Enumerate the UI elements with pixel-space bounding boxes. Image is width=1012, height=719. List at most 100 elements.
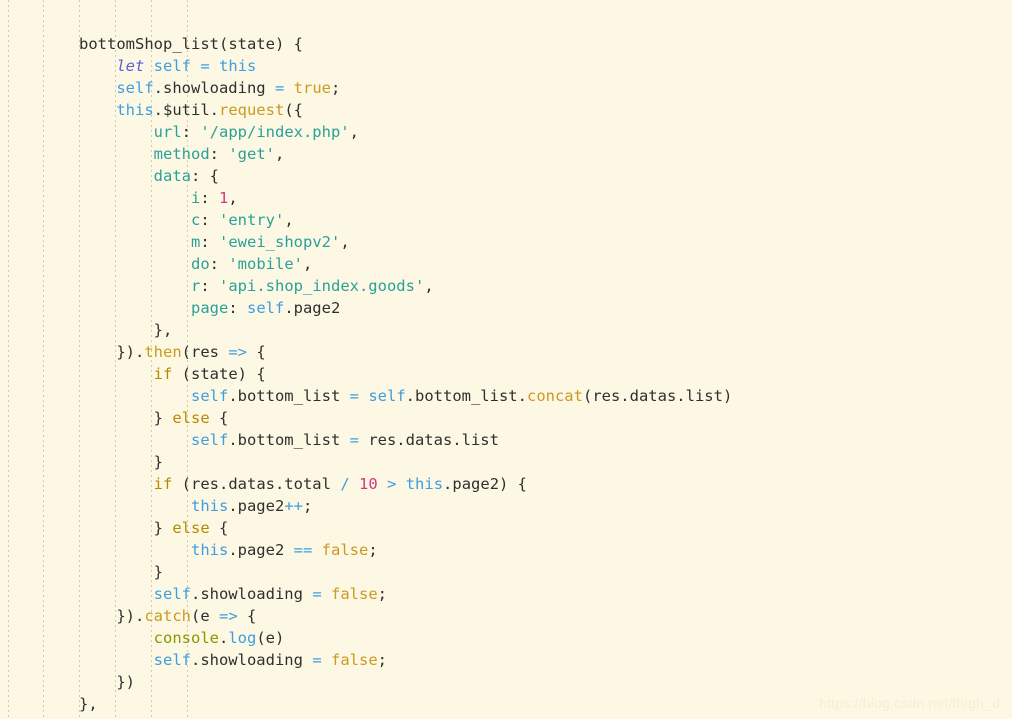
code-token-plain: (e xyxy=(191,607,219,625)
code-token-plain: (state) { xyxy=(218,35,303,53)
code-token-this: self xyxy=(246,299,285,317)
code-viewer: bottomShop_list(state) { let self = this… xyxy=(0,0,1012,719)
code-line[interactable]: }).then(res => { xyxy=(0,341,1012,363)
code-line[interactable]: self.showloading = false; xyxy=(0,649,1012,671)
code-token-op: => xyxy=(219,607,238,625)
code-line[interactable]: if (res.datas.total / 10 > this.page2) { xyxy=(0,473,1012,495)
code-token-plain: : xyxy=(228,299,247,317)
code-line[interactable]: c: 'entry', xyxy=(0,209,1012,231)
code-line[interactable]: console.log(e) xyxy=(0,627,1012,649)
code-token-str: 'entry' xyxy=(219,211,285,229)
code-token-plain: }, xyxy=(79,321,173,339)
code-token-plain: (res.datas.list) xyxy=(582,387,733,405)
code-token-plain: ; xyxy=(377,585,388,603)
code-token-let: let xyxy=(116,57,145,75)
code-token-plain: : xyxy=(209,145,229,163)
code-line[interactable]: data: { xyxy=(0,165,1012,187)
code-line[interactable]: let self = this xyxy=(0,55,1012,77)
code-line[interactable]: this.page2 == false; xyxy=(0,539,1012,561)
code-token-prop: method xyxy=(153,145,210,163)
code-token-plain: res.datas.list xyxy=(358,431,499,449)
code-token-this: self xyxy=(153,651,191,669)
code-token-kw: if xyxy=(153,475,173,493)
code-token-plain: , xyxy=(284,211,294,229)
code-token-this: self xyxy=(153,585,191,603)
code-line[interactable]: url: '/app/index.php', xyxy=(0,121,1012,143)
code-token-fn: then xyxy=(144,343,182,361)
code-token-op: = xyxy=(349,387,359,405)
code-line[interactable]: }).catch(e => { xyxy=(0,605,1012,627)
code-line[interactable]: } else { xyxy=(0,517,1012,539)
code-token-op: ++ xyxy=(284,497,303,515)
code-token-plain: ; xyxy=(368,541,378,559)
code-token-plain: ; xyxy=(302,497,313,515)
code-line[interactable]: this.$util.request({ xyxy=(0,99,1012,121)
code-token-prop: r xyxy=(190,277,201,295)
code-line[interactable]: m: 'ewei_shopv2', xyxy=(0,231,1012,253)
code-token-op: == xyxy=(293,541,313,559)
code-line[interactable]: } xyxy=(0,561,1012,583)
code-token-this: this xyxy=(190,541,229,559)
code-token-plain: .page2) { xyxy=(443,475,528,493)
code-token-plain: (state) { xyxy=(172,365,266,383)
code-line[interactable]: this.page2++; xyxy=(0,495,1012,517)
code-token-prop: do xyxy=(190,255,210,273)
code-line[interactable]: page: self.page2 xyxy=(0,297,1012,319)
code-token-plain: .showloading xyxy=(190,585,313,603)
code-line[interactable]: }, xyxy=(0,319,1012,341)
code-line[interactable]: self.showloading = true; xyxy=(0,77,1012,99)
code-token-plain: , xyxy=(275,145,285,163)
code-line[interactable]: self.bottom_list = self.bottom_list.conc… xyxy=(0,385,1012,407)
code-token-plain: : { xyxy=(190,167,219,185)
code-token-plain: : xyxy=(200,211,219,229)
code-token-plain: (res.datas.total xyxy=(172,475,341,493)
code-token-this: this xyxy=(219,57,257,75)
code-line[interactable]: }) xyxy=(0,671,1012,693)
code-token-this: self xyxy=(116,79,154,97)
code-line[interactable]: if (state) { xyxy=(0,363,1012,385)
code-token-plain: , xyxy=(349,123,359,141)
code-line[interactable]: i: 1, xyxy=(0,187,1012,209)
code-token-plain: .page2 xyxy=(228,541,294,559)
code-line[interactable]: r: 'api.shop_index.goods', xyxy=(0,275,1012,297)
code-line[interactable]: do: 'mobile', xyxy=(0,253,1012,275)
code-token-bool: false xyxy=(321,541,369,559)
code-line[interactable]: } xyxy=(0,451,1012,473)
code-token-bool: true xyxy=(293,79,331,97)
code-token-prop: url xyxy=(153,123,182,141)
code-line[interactable]: self.bottom_list = res.datas.list xyxy=(0,429,1012,451)
code-line[interactable]: } else { xyxy=(0,407,1012,429)
code-token-kw: if xyxy=(153,365,173,383)
code-token-this: self xyxy=(153,57,191,75)
code-block[interactable]: bottomShop_list(state) { let self = this… xyxy=(0,33,1012,715)
code-token-plain: } xyxy=(79,453,163,471)
code-token-plain: .bottom_list. xyxy=(405,387,527,405)
code-token-plain: ; xyxy=(331,79,341,97)
code-token-str: 'mobile' xyxy=(228,255,303,273)
code-token-plain: (e) xyxy=(256,629,285,647)
code-token-this: self xyxy=(190,431,229,449)
code-token-op: = xyxy=(200,57,210,75)
code-line[interactable]: method: 'get', xyxy=(0,143,1012,165)
code-line[interactable]: bottomShop_list(state) { xyxy=(0,33,1012,55)
code-token-this: self xyxy=(190,387,229,405)
code-line[interactable]: self.showloading = false; xyxy=(0,583,1012,605)
